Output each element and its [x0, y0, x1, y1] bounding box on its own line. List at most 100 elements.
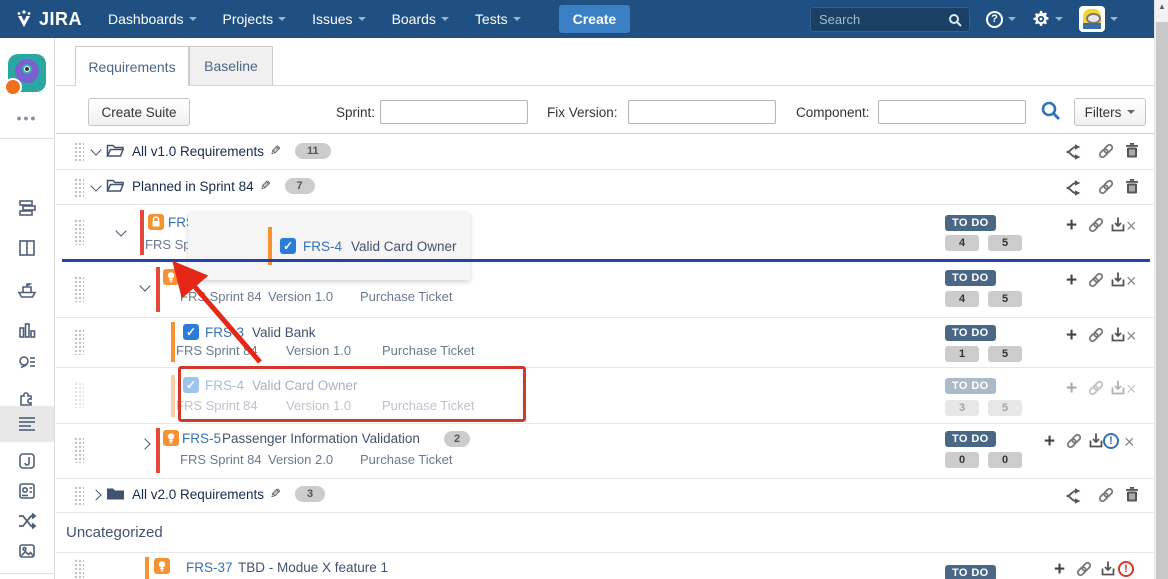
- issues-search-icon[interactable]: [17, 353, 37, 373]
- chevron-right-icon[interactable]: [90, 489, 101, 500]
- drag-handle[interactable]: [74, 178, 84, 197]
- addons-puzzle-icon[interactable]: [17, 388, 37, 408]
- branch-icon[interactable]: [1064, 179, 1084, 197]
- trash-icon[interactable]: [1122, 178, 1142, 196]
- contacts-book-icon[interactable]: [17, 481, 37, 501]
- chevron-right-icon[interactable]: [139, 438, 150, 449]
- checkbox-checked[interactable]: ✓: [183, 324, 199, 340]
- backlog-icon[interactable]: [17, 198, 37, 218]
- search-input[interactable]: [811, 8, 941, 31]
- warning-red-icon[interactable]: !: [1118, 561, 1134, 577]
- export-icon[interactable]: [1108, 326, 1128, 344]
- trash-icon[interactable]: [1122, 142, 1142, 160]
- board-columns-icon[interactable]: [17, 238, 37, 258]
- suite-title[interactable]: All v1.0 Requirements: [132, 144, 264, 159]
- issue-key-link[interactable]: FRS-3: [205, 325, 244, 340]
- add-icon[interactable]: +: [1066, 380, 1077, 398]
- add-icon[interactable]: +: [1066, 272, 1077, 290]
- reports-chart-icon[interactable]: [17, 320, 37, 340]
- component-filter-input[interactable]: [878, 100, 1026, 124]
- count-badge: 5: [988, 291, 1022, 307]
- table-row: All v2.0 Requirements ✎ 3: [56, 478, 1154, 512]
- divider: [0, 138, 54, 139]
- export-icon[interactable]: [1098, 560, 1118, 578]
- warning-icon[interactable]: !: [1103, 433, 1119, 449]
- drag-handle[interactable]: [74, 329, 84, 355]
- add-icon[interactable]: +: [1054, 561, 1065, 579]
- export-icon[interactable]: [1108, 216, 1128, 234]
- user-menu[interactable]: [1079, 6, 1118, 32]
- export-icon[interactable]: [1108, 379, 1128, 397]
- create-button[interactable]: Create: [559, 5, 631, 33]
- drag-handle[interactable]: [74, 276, 84, 302]
- edit-pencil-icon[interactable]: ✎: [270, 143, 281, 159]
- link-icon[interactable]: [1096, 178, 1116, 196]
- add-icon[interactable]: +: [1066, 327, 1077, 345]
- jira-logo[interactable]: JIRA: [14, 9, 82, 30]
- tab-requirements[interactable]: Requirements: [75, 46, 189, 86]
- scroll-up-arrow[interactable]: ▲: [1155, 2, 1168, 11]
- remove-icon[interactable]: ×: [1126, 380, 1137, 398]
- chevron-down-icon[interactable]: [90, 180, 101, 191]
- menu-issues[interactable]: Issues: [312, 11, 365, 27]
- issue-key-link[interactable]: FRS-37: [186, 560, 233, 575]
- add-icon[interactable]: +: [1066, 217, 1077, 235]
- filters-button[interactable]: Filters: [1074, 98, 1146, 126]
- chevron-down-icon[interactable]: [115, 225, 126, 236]
- edit-pencil-icon[interactable]: ✎: [270, 486, 281, 502]
- chevron-down-icon[interactable]: [90, 144, 101, 155]
- branch-icon[interactable]: [1064, 143, 1084, 161]
- link-icon[interactable]: [1086, 271, 1106, 289]
- drag-handle[interactable]: [74, 559, 84, 578]
- link-icon[interactable]: [1096, 142, 1116, 160]
- requirements-list-icon[interactable]: [17, 414, 37, 434]
- add-icon[interactable]: +: [1044, 433, 1055, 451]
- media-image-icon[interactable]: [17, 541, 37, 561]
- chevron-down-icon[interactable]: [139, 280, 150, 291]
- chevron-down-icon: [1110, 17, 1118, 21]
- trash-icon[interactable]: [1122, 486, 1142, 504]
- menu-projects[interactable]: Projects: [223, 11, 287, 27]
- drag-handle[interactable]: [74, 219, 84, 245]
- pages-icon[interactable]: [17, 451, 37, 471]
- sidebar-more-button[interactable]: •••: [0, 110, 54, 126]
- vertical-scrollbar[interactable]: ▲: [1154, 0, 1168, 579]
- link-icon[interactable]: [1086, 326, 1106, 344]
- link-icon[interactable]: [1086, 216, 1106, 234]
- export-icon[interactable]: [1108, 271, 1128, 289]
- menu-boards[interactable]: Boards: [392, 11, 449, 27]
- navbar-search: [810, 7, 970, 32]
- tab-baseline[interactable]: Baseline: [189, 46, 273, 86]
- chevron-down-icon: [513, 17, 521, 21]
- menu-dashboards[interactable]: Dashboards: [108, 11, 197, 27]
- link-icon[interactable]: [1096, 486, 1116, 504]
- link-icon[interactable]: [1064, 432, 1084, 450]
- search-icon[interactable]: [1040, 100, 1062, 122]
- search-icon[interactable]: [948, 13, 962, 27]
- remove-icon[interactable]: ×: [1126, 272, 1137, 290]
- edit-pencil-icon[interactable]: ✎: [260, 178, 271, 194]
- sprint-filter-input[interactable]: [380, 100, 528, 124]
- help-menu[interactable]: ?: [986, 11, 1016, 28]
- remove-icon[interactable]: ×: [1126, 327, 1137, 345]
- scrollbar-thumb[interactable]: [1156, 22, 1168, 579]
- issue-key-link[interactable]: FRS-5: [182, 431, 221, 446]
- link-icon[interactable]: [1086, 379, 1106, 397]
- drag-handle[interactable]: [74, 437, 84, 463]
- releases-ship-icon[interactable]: [17, 280, 37, 300]
- suite-title[interactable]: All v2.0 Requirements: [132, 487, 264, 502]
- drag-handle[interactable]: [74, 142, 84, 161]
- drag-handle[interactable]: [74, 382, 84, 408]
- shuffle-icon[interactable]: [17, 511, 37, 531]
- branch-icon[interactable]: [1064, 487, 1084, 505]
- project-avatar[interactable]: [8, 54, 46, 92]
- link-icon[interactable]: [1074, 560, 1094, 578]
- create-suite-button[interactable]: Create Suite: [88, 98, 190, 126]
- drag-handle[interactable]: [74, 486, 84, 505]
- settings-menu[interactable]: [1032, 10, 1063, 28]
- fix-version-filter-input[interactable]: [628, 100, 776, 124]
- remove-icon[interactable]: ×: [1126, 217, 1137, 235]
- suite-title[interactable]: Planned in Sprint 84: [132, 179, 254, 194]
- remove-icon[interactable]: ×: [1124, 433, 1135, 451]
- menu-tests[interactable]: Tests: [475, 11, 521, 27]
